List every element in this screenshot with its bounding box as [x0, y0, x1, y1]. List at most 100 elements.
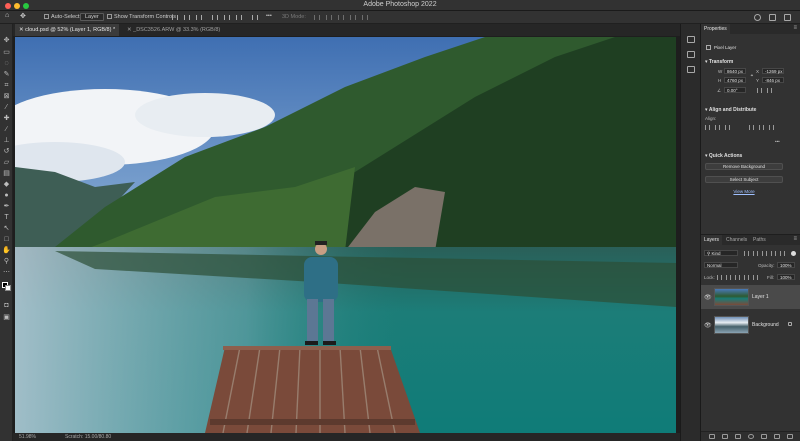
lock-position-icon[interactable] [735, 275, 740, 280]
more-options-icon[interactable]: ••• [266, 13, 272, 19]
search-icon[interactable] [754, 14, 761, 21]
hand-tool-icon[interactable]: ✋ [2, 247, 11, 254]
adjustment-layer-icon[interactable] [748, 434, 754, 439]
blur-tool-icon[interactable]: ◆ [2, 181, 11, 188]
align-left-edges-icon[interactable] [172, 15, 178, 20]
move-tool-icon[interactable]: ✥ [20, 12, 26, 20]
quick-selection-tool-icon[interactable]: ✎ [2, 71, 11, 78]
layer-name[interactable]: Layer 1 [752, 294, 769, 300]
crop-tool-icon[interactable]: ⌗ [2, 82, 11, 89]
width-field[interactable]: 8640 px [724, 68, 746, 74]
type-tool-icon[interactable]: T [2, 214, 11, 221]
blend-mode-dropdown[interactable]: Normal [704, 262, 738, 268]
path-selection-tool-icon[interactable]: ↖ [2, 225, 11, 232]
lock-artboard-icon[interactable] [744, 275, 749, 280]
artboard-tool-icon[interactable]: ▭ [2, 49, 11, 56]
angle-field[interactable]: 0.00° [724, 87, 746, 93]
3d-scale-icon[interactable] [362, 15, 368, 20]
more-tools-icon[interactable]: ⋯ [2, 269, 11, 276]
align-bottom-icon[interactable] [769, 125, 774, 130]
flip-horizontal-icon[interactable] [757, 88, 762, 93]
show-transform-checkbox[interactable]: Show Transform Controls [107, 14, 176, 20]
align-horizontal-centers-icon[interactable] [184, 15, 190, 20]
link-layers-icon[interactable] [709, 434, 715, 439]
more-align-button[interactable]: ••• [775, 139, 780, 144]
workspace-icon[interactable] [769, 14, 776, 21]
align-vertical-centers-icon[interactable] [224, 15, 230, 20]
3d-pan-icon[interactable] [338, 15, 344, 20]
layer-row-background[interactable]: 👁 Background [701, 313, 800, 337]
zoom-level[interactable]: 51.98% [19, 433, 36, 441]
lock-transparent-icon[interactable] [717, 275, 722, 280]
align-left-icon[interactable] [705, 125, 710, 130]
dodge-tool-icon[interactable]: ● [2, 192, 11, 199]
eyedropper-tool-icon[interactable]: ⁄ [2, 104, 11, 111]
auto-select-dropdown[interactable]: Layer [80, 13, 104, 21]
tab-channels[interactable]: Channels [723, 235, 750, 245]
auto-select-checkbox[interactable]: Auto-Select: [44, 14, 81, 20]
align-middle-icon[interactable] [759, 125, 764, 130]
panel-menu-icon[interactable]: ≡ [793, 25, 797, 31]
libraries-panel-icon[interactable] [687, 66, 695, 73]
remove-background-button[interactable]: Remove Background [705, 163, 783, 170]
lock-image-icon[interactable] [726, 275, 731, 280]
quick-actions-section-title[interactable]: Quick Actions [705, 153, 742, 159]
adjustments-panel-icon[interactable] [687, 51, 695, 58]
filter-type-icon[interactable] [762, 251, 767, 256]
history-brush-tool-icon[interactable]: ↺ [2, 148, 11, 155]
healing-brush-tool-icon[interactable]: ✚ [2, 115, 11, 122]
frame-tool-icon[interactable]: ⊠ [2, 93, 11, 100]
new-group-icon[interactable] [761, 434, 767, 439]
height-field[interactable]: 4760 px [724, 77, 746, 83]
lasso-tool-icon[interactable]: ◌ [2, 60, 11, 67]
select-subject-button[interactable]: Select Subject [705, 176, 783, 183]
new-layer-icon[interactable] [774, 434, 780, 439]
document-canvas[interactable] [15, 37, 676, 433]
align-right-icon[interactable] [725, 125, 730, 130]
screen-mode-icon[interactable]: ▣ [2, 314, 11, 321]
fill-field[interactable]: 100% [777, 274, 795, 280]
history-panel-icon[interactable] [687, 36, 695, 43]
move-tool-icon[interactable]: ✥ [2, 37, 11, 44]
panel-menu-icon[interactable]: ≡ [793, 236, 797, 242]
lock-all-icon[interactable] [753, 275, 758, 280]
background-color-swatch[interactable] [5, 285, 11, 291]
layer-name[interactable]: Background [752, 322, 779, 328]
tab-document-1[interactable]: ✕ cloud.psd @ 52% (Layer 1, RGB/8) * [15, 24, 120, 36]
align-top-edges-icon[interactable] [212, 15, 218, 20]
tab-paths[interactable]: Paths [750, 235, 769, 245]
layer-lock-icon[interactable] [788, 322, 792, 326]
y-field[interactable]: -846 px [762, 77, 784, 83]
rectangle-tool-icon[interactable]: □ [2, 236, 11, 243]
filter-smart-object-icon[interactable] [780, 251, 785, 256]
flip-vertical-icon[interactable] [767, 88, 772, 93]
filter-shape-icon[interactable] [771, 251, 776, 256]
zoom-tool-icon[interactable]: ⚲ [2, 258, 11, 265]
tab-properties[interactable]: Properties [701, 24, 730, 34]
eraser-tool-icon[interactable]: ▱ [2, 159, 11, 166]
filter-kind-dropdown[interactable]: ⚲ Kind [704, 250, 738, 256]
align-bottom-edges-icon[interactable] [236, 15, 242, 20]
layer-style-icon[interactable] [722, 434, 728, 439]
align-top-icon[interactable] [749, 125, 754, 130]
3d-roll-icon[interactable] [326, 15, 332, 20]
pen-tool-icon[interactable]: ✒ [2, 203, 11, 210]
align-center-icon[interactable] [715, 125, 720, 130]
align-section-title[interactable]: Align and Distribute [705, 107, 757, 113]
visibility-eye-icon[interactable]: 👁 [704, 294, 712, 301]
x-field[interactable]: -1269 px [762, 68, 784, 74]
layer-row-layer-1[interactable]: 👁 Layer 1 [701, 285, 800, 309]
transform-section-title[interactable]: Transform [705, 59, 733, 65]
clone-stamp-tool-icon[interactable]: ⊥ [2, 137, 11, 144]
tab-document-2[interactable]: ✕ _DSC3526.ARW @ 33.3% (RGB/8) [123, 24, 224, 36]
opacity-field[interactable]: 100% [777, 262, 795, 268]
distribute-icon[interactable] [252, 15, 258, 20]
filter-adjustment-icon[interactable] [753, 251, 758, 256]
align-right-edges-icon[interactable] [196, 15, 202, 20]
link-icon[interactable]: ⚭ [750, 73, 754, 79]
share-icon[interactable] [784, 14, 791, 21]
view-more-link[interactable]: View More [705, 189, 783, 194]
filter-pixel-icon[interactable] [744, 251, 749, 256]
filter-toggle[interactable] [791, 251, 796, 256]
brush-tool-icon[interactable]: ∕ [2, 126, 11, 133]
